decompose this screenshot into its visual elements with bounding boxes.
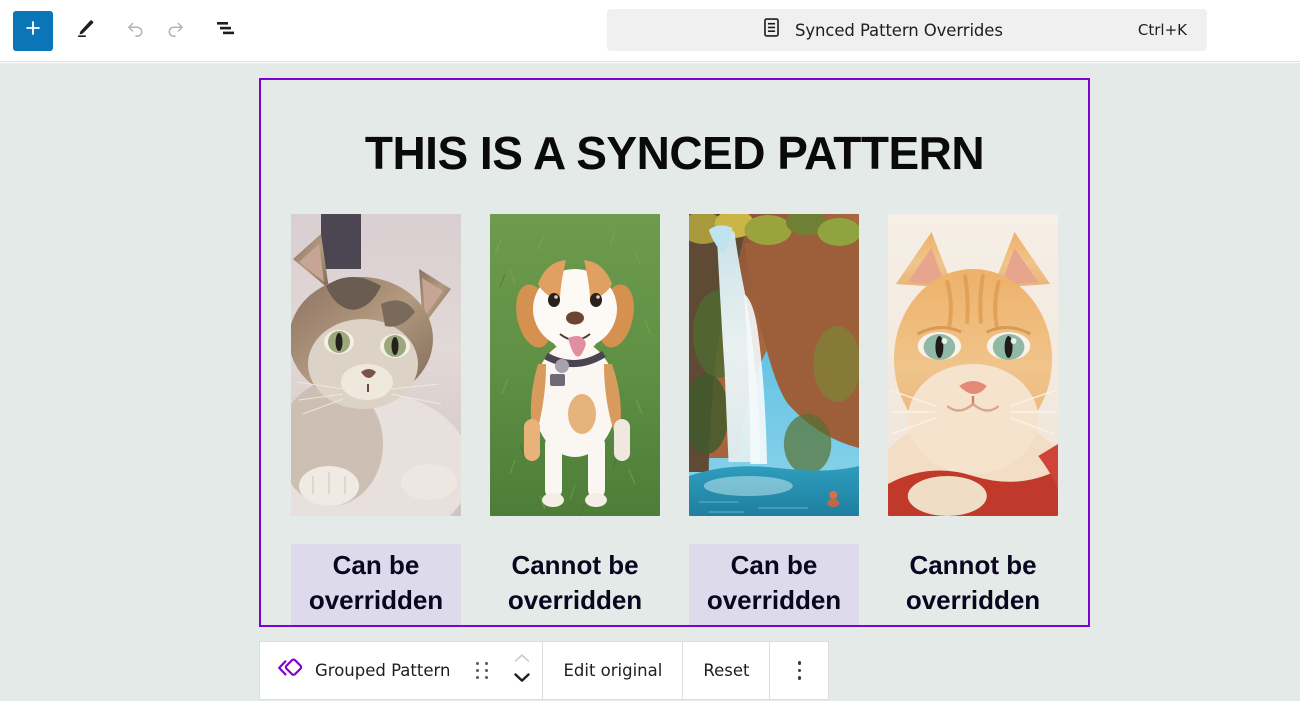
add-block-button[interactable] (13, 10, 53, 51)
block-type-button[interactable]: Grouped Pattern (260, 655, 462, 686)
more-options-button[interactable] (770, 642, 828, 699)
waterfall-image (689, 214, 859, 516)
editor-canvas: THIS IS A SYNCED PATTERN Can be overridd… (0, 63, 1300, 701)
document-list-icon (760, 16, 783, 44)
command-bar-content: Synced Pattern Overrides (625, 16, 1138, 44)
command-bar[interactable]: Synced Pattern Overrides Ctrl+K (607, 9, 1207, 51)
column-3[interactable]: Can be overridden (689, 214, 859, 625)
caption-4[interactable]: Cannot be overridden (888, 544, 1058, 625)
columns-block: Can be overridden Cannot be overridden C… (261, 214, 1088, 625)
caption-1[interactable]: Can be overridden (291, 544, 461, 625)
redo-icon (163, 16, 188, 46)
column-4[interactable]: Cannot be overridden (888, 214, 1058, 625)
calico-cat-image (291, 214, 461, 516)
redo-button[interactable] (155, 11, 195, 51)
command-bar-shortcut: Ctrl+K (1137, 21, 1187, 39)
caption-3[interactable]: Can be overridden (689, 544, 859, 625)
block-type-label: Grouped Pattern (315, 661, 451, 680)
editor-header: Synced Pattern Overrides Ctrl+K (0, 0, 1300, 62)
list-view-button[interactable] (205, 11, 245, 51)
plus-icon (22, 17, 44, 44)
editor-header-tools (0, 10, 245, 51)
list-view-icon (212, 15, 238, 46)
edit-tool-button[interactable] (65, 11, 105, 51)
orange-tabby-cat-image (888, 214, 1058, 516)
image-block-2[interactable] (490, 214, 660, 516)
command-bar-label: Synced Pattern Overrides (795, 20, 1003, 40)
pattern-diamonds-icon (276, 655, 303, 686)
block-toolbar: Grouped Pattern Edit original Reset (259, 641, 830, 700)
ellipsis-vertical-icon (797, 661, 802, 680)
drag-handle-button[interactable] (462, 642, 502, 699)
block-toolbar-left-group: Grouped Pattern (260, 642, 542, 699)
chevron-up-icon[interactable] (512, 652, 532, 670)
column-2[interactable]: Cannot be overridden (490, 214, 660, 625)
chevron-down-icon[interactable] (512, 670, 532, 689)
edit-original-button[interactable]: Edit original (543, 642, 682, 699)
reset-button[interactable]: Reset (683, 642, 769, 699)
block-movers[interactable] (502, 642, 542, 699)
pencil-icon (73, 16, 97, 45)
beagle-dog-image (490, 214, 660, 516)
page-title[interactable]: THIS IS A SYNCED PATTERN (261, 130, 1088, 176)
drag-handle-icon (475, 662, 489, 679)
column-1[interactable]: Can be overridden (291, 214, 461, 625)
synced-pattern-block[interactable]: THIS IS A SYNCED PATTERN Can be overridd… (259, 78, 1090, 627)
image-block-1[interactable] (291, 214, 461, 516)
caption-2[interactable]: Cannot be overridden (490, 544, 660, 625)
undo-icon (123, 16, 148, 46)
image-block-3[interactable] (689, 214, 859, 516)
image-block-4[interactable] (888, 214, 1058, 516)
undo-button[interactable] (115, 11, 155, 51)
